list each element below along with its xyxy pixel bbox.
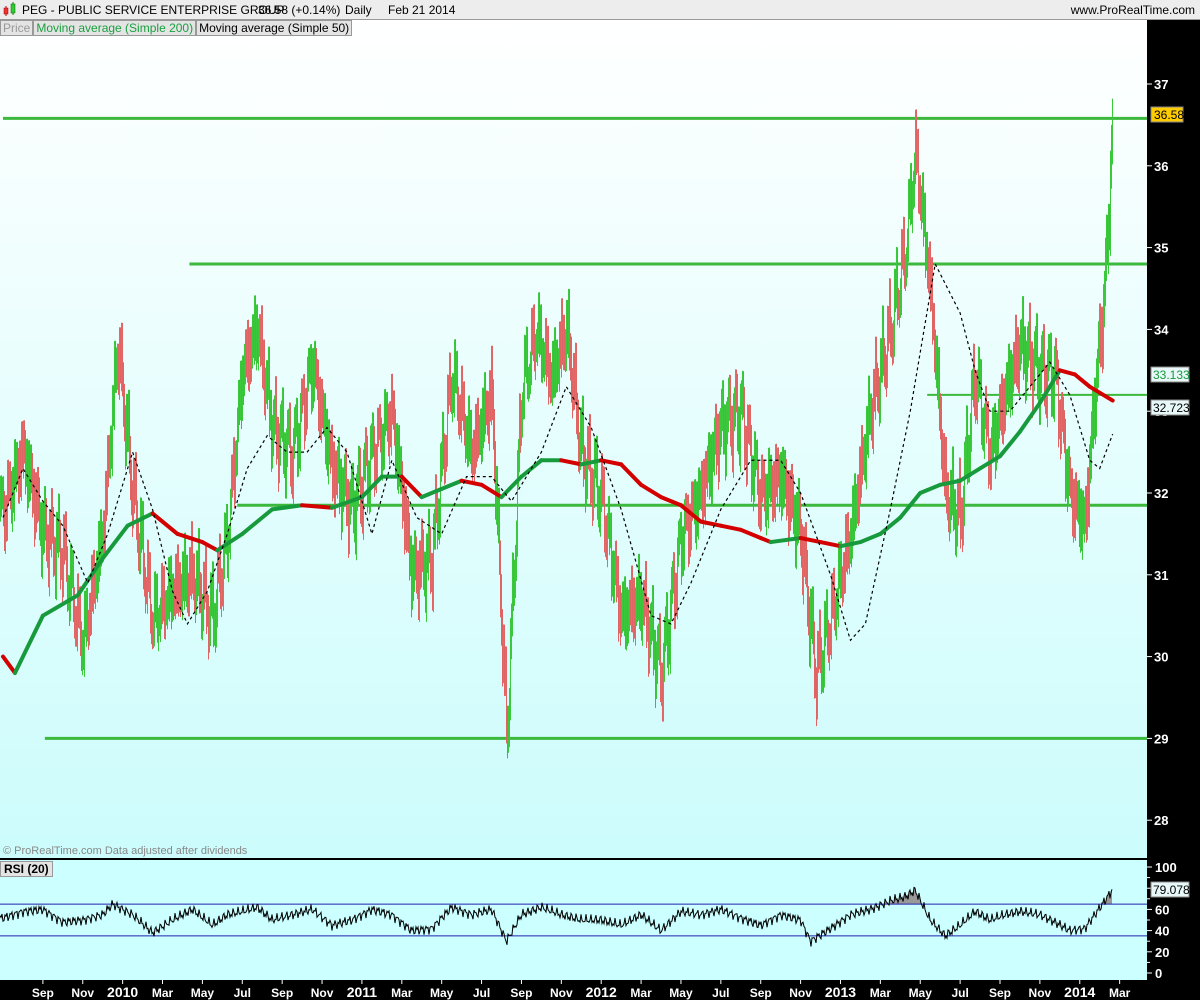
- date-tick-label: Sep: [510, 986, 532, 1000]
- date-tick-label: Jul: [712, 986, 729, 1000]
- panel-separator: [0, 858, 1147, 860]
- last-price-badge: 36.58: [1150, 106, 1184, 123]
- date-tick-label: Mar: [1109, 986, 1131, 1000]
- site-link[interactable]: www.ProRealTime.com: [1071, 3, 1195, 17]
- date-tick-label: May: [191, 986, 215, 1000]
- date-tick-label: Jul: [473, 986, 490, 1000]
- svg-text:33.133: 33.133: [1153, 368, 1190, 382]
- date-tick-label: Nov: [71, 986, 94, 1000]
- date-tick-label: May: [909, 986, 933, 1000]
- date-tick-label: Mar: [391, 986, 413, 1000]
- date-tick-label: May: [669, 986, 693, 1000]
- svg-text:32.723: 32.723: [1153, 401, 1190, 415]
- date-tick-label: May: [430, 986, 454, 1000]
- legend-ma200[interactable]: Moving average (Simple 200): [33, 20, 197, 36]
- date-tick-label: Jul: [234, 986, 251, 1000]
- date-tick-label: Mar: [870, 986, 892, 1000]
- candlestick-logo-icon: [3, 2, 16, 16]
- legend-ma50[interactable]: Moving average (Simple 50): [196, 20, 353, 36]
- date-tick-label: Sep: [750, 986, 772, 1000]
- date-tick-label: Nov: [550, 986, 573, 1000]
- date-tick-label: Sep: [32, 986, 54, 1000]
- rsi-tick-label: 60: [1155, 902, 1169, 917]
- date-tick-label: Nov: [311, 986, 334, 1000]
- date-tick-label: Nov: [789, 986, 812, 1000]
- rsi-tick-label: 40: [1155, 924, 1169, 939]
- price-tick-label: 34: [1154, 322, 1169, 337]
- price-tick-label: 31: [1154, 568, 1168, 583]
- date-tick-label: Mar: [152, 986, 174, 1000]
- rsi-axis: 020406080100: [1147, 860, 1200, 981]
- date-tick-label: 2014: [1064, 984, 1095, 1000]
- date-axis: Sep Nov 2010 Mar May Jul Sep Nov 2011 Mar May Jul Se…: [0, 980, 1200, 1000]
- price-tick-label: 37: [1154, 77, 1168, 92]
- date-tick-label: 2010: [107, 984, 138, 1000]
- rsi-tick-label: 0: [1155, 966, 1162, 981]
- date-tick-label: 2013: [825, 984, 856, 1000]
- svg-text:36.58: 36.58: [1154, 108, 1184, 122]
- svg-text:79.078: 79.078: [1153, 883, 1190, 897]
- date-tick-label: Sep: [271, 986, 293, 1000]
- rsi-tick-label: 20: [1155, 945, 1169, 960]
- copyright-note: © ProRealTime.com Data adjusted after di…: [3, 845, 248, 857]
- ma200-segment: [300, 503, 335, 510]
- date-tick-label: Jul: [951, 986, 968, 1000]
- rsi-value-badge: 79.078: [1150, 881, 1190, 898]
- symbol-title: PEG - PUBLIC SERVICE ENTERPRISE GROUP: [22, 3, 285, 17]
- rsi-tick-label: 100: [1155, 860, 1177, 875]
- chart-header: PEG - PUBLIC SERVICE ENTERPRISE GROUP 36…: [0, 0, 1200, 20]
- price-tick-label: 32: [1154, 486, 1168, 501]
- price-axis: 28293031323334353637: [1147, 20, 1200, 860]
- rsi-legend[interactable]: RSI (20): [0, 861, 53, 877]
- indicator-legend: Price Moving average (Simple 200) Moving…: [0, 20, 353, 36]
- date-tick-label: 2011: [347, 984, 378, 1000]
- date-tick-label: Mar: [630, 986, 652, 1000]
- price-tick-label: 28: [1154, 813, 1168, 828]
- date-tick-label: Nov: [1029, 986, 1052, 1000]
- ma200-value-badge: 33.133: [1150, 366, 1190, 383]
- ma50-value-badge: 32.723: [1150, 399, 1190, 416]
- price-tick-label: 35: [1154, 241, 1168, 256]
- chart-date: Feb 21 2014: [388, 3, 456, 17]
- price-tick-label: 29: [1154, 731, 1168, 746]
- legend-price[interactable]: Price: [0, 20, 34, 36]
- price-panel: [0, 20, 1147, 858]
- price-tick-label: 30: [1154, 650, 1168, 665]
- date-tick-label: Sep: [989, 986, 1011, 1000]
- price-change: 36.58 (+0.14%): [258, 3, 341, 17]
- date-tick-label: 2012: [586, 984, 617, 1000]
- price-tick-label: 36: [1154, 159, 1168, 174]
- period-selector[interactable]: Daily: [345, 3, 372, 17]
- rsi-axis-background: [1147, 860, 1200, 980]
